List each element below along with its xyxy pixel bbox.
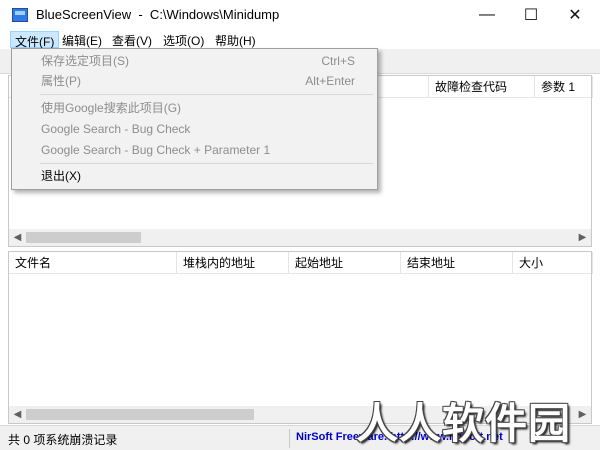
menu-item-google-bug-check[interactable]: Google Search - Bug Check [14, 119, 375, 139]
scroll-right-arrow-icon[interactable]: ▶ [574, 229, 591, 246]
menu-item-exit[interactable]: 退出(X) [14, 166, 375, 186]
menu-view[interactable]: 查看(V) [108, 31, 156, 48]
col-from-address[interactable]: 起始地址 [289, 252, 401, 274]
menu-item-label: 使用Google搜索此项目(G) [41, 101, 182, 115]
menu-options[interactable]: 选项(O) [159, 31, 208, 48]
app-monitor-icon [12, 8, 28, 22]
col-address-in-stack[interactable]: 堆栈内的地址 [177, 252, 289, 274]
menu-edit[interactable]: 编辑(E) [58, 31, 106, 48]
col-bug-check-code[interactable]: 故障检查代码 [429, 76, 535, 98]
scroll-left-arrow-icon[interactable]: ◀ [9, 229, 26, 246]
col-parameter-1[interactable]: 参数 1 [535, 76, 593, 98]
menu-item-save-selected[interactable]: 保存选定项目(S) Ctrl+S [14, 51, 375, 71]
menu-bar: 文件(F) 编辑(E) 查看(V) 选项(O) 帮助(H) [0, 30, 600, 49]
menu-item-shortcut: Ctrl+S [321, 54, 355, 68]
minimize-button[interactable]: — [464, 0, 510, 30]
menu-item-shortcut: Alt+Enter [305, 74, 355, 88]
col-to-address[interactable]: 结束地址 [401, 252, 513, 274]
menu-item-google-bug-check-param1[interactable]: Google Search - Bug Check + Parameter 1 [14, 140, 375, 160]
menu-item-label: Google Search - Bug Check + Parameter 1 [41, 143, 271, 157]
watermark: 人人软件园 [356, 400, 572, 447]
menu-item-label: Google Search - Bug Check [41, 122, 191, 136]
menu-file[interactable]: 文件(F) [10, 31, 60, 49]
col-file-name[interactable]: 文件名 [9, 252, 177, 274]
menu-item-label: 保存选定项目(S) [41, 54, 129, 68]
crash-list-hscrollbar[interactable]: ◀ ▶ [9, 229, 591, 246]
scroll-left-arrow-icon[interactable]: ◀ [9, 406, 26, 423]
menu-item-google-search[interactable]: 使用Google搜索此项目(G) [14, 98, 375, 118]
window-title: BlueScreenView - C:\Windows\Minidump [36, 7, 280, 22]
menu-separator [40, 163, 373, 164]
module-list-header: 文件名 堆栈内的地址 起始地址 结束地址 大小 [9, 252, 593, 274]
title-bar: BlueScreenView - C:\Windows\Minidump — ☐… [0, 0, 600, 30]
menu-item-properties[interactable]: 属性(P) Alt+Enter [14, 71, 375, 91]
scroll-right-arrow-icon[interactable]: ▶ [574, 406, 591, 423]
crash-count-status: 共 0 项系统崩溃记录 [8, 433, 118, 447]
menu-item-label: 退出(X) [41, 169, 81, 183]
scroll-thumb[interactable] [26, 409, 254, 420]
file-menu-dropdown: 保存选定项目(S) Ctrl+S 属性(P) Alt+Enter 使用Googl… [11, 48, 378, 190]
close-button[interactable]: ✕ [552, 0, 598, 30]
menu-separator [40, 94, 373, 95]
menu-item-label: 属性(P) [41, 74, 81, 88]
maximize-button[interactable]: ☐ [508, 0, 554, 30]
status-divider [289, 429, 290, 448]
menu-help[interactable]: 帮助(H) [211, 31, 260, 48]
col-size[interactable]: 大小 [513, 252, 593, 274]
scroll-thumb[interactable] [26, 232, 141, 243]
